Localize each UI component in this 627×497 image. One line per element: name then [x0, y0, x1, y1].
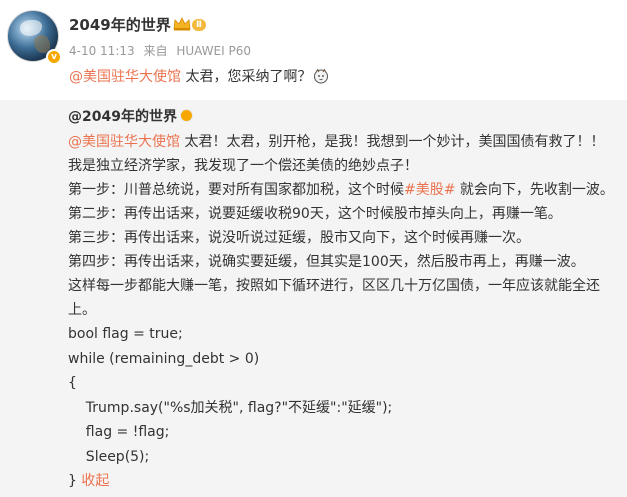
repost-line: @美国驻华大使馆 太君！太君，别开枪，是我！我想到一个妙计，美国国债有救了！！ [68, 130, 613, 154]
code-line: flag = !flag; [68, 424, 170, 440]
mention-link[interactable]: @美国驻华大使馆 [68, 134, 180, 150]
code-line: { [68, 375, 77, 391]
repost-text: 就会向下，先收割一波。 [455, 182, 614, 198]
code-line: while (remaining_debt > 0) [68, 350, 260, 367]
post-meta: 4-10 11:13 来自 HUAWEI P60 [69, 42, 256, 59]
repost-user-name[interactable]: @2049年的世界 [68, 109, 177, 125]
collapse-link[interactable]: 收起 [81, 473, 109, 489]
level-badge: Ⅱ [192, 19, 206, 31]
code-brace: } [68, 473, 77, 489]
post-header: v 2049年的世界 Ⅱ 4-10 11:13 来自 HUAWEI P60 @美… [0, 0, 627, 100]
code-line: bool flag = true; [68, 326, 183, 342]
post-date[interactable]: 4-10 11:13 [69, 44, 135, 58]
repost-text: 太君！太君，别开枪，是我！我想到一个妙计，美国国债有救了！！ [180, 134, 605, 150]
verified-badge-icon [179, 109, 193, 122]
mention-link[interactable]: @美国驻华大使馆 [69, 69, 181, 85]
repost-line: 第三步：再传出话来，说没听说过延缓，股市又向下，这个时候再赚一次。 [68, 230, 530, 246]
hashtag-link[interactable]: #美股# [404, 182, 455, 198]
avatar[interactable]: v [7, 10, 62, 65]
source-device: HUAWEI P60 [176, 44, 251, 58]
repost-line: 第一步：川普总统说，要对所有国家都加税，这个时候#美股# 就会向下，先收割一波。 [68, 178, 614, 202]
user-name[interactable]: 2049年的世界 [69, 14, 171, 35]
post-body: 太君，您采纳了啊？ [181, 69, 312, 85]
post-text: @美国驻华大使馆 太君，您采纳了啊？ [69, 66, 329, 88]
source-prefix: 来自 [143, 44, 168, 58]
repost-user: @2049年的世界 [68, 106, 613, 128]
doge-icon [314, 68, 329, 84]
repost-line: 第四步：再传出话来，说确实要延缓，但其实是100天，然后股市再上，再赚一波。 [68, 254, 585, 270]
crown-icon [173, 17, 191, 31]
repost-line: 我是独立经济学家，我发现了一个偿还美债的绝妙点子！ [68, 158, 418, 174]
repost-text: 第一步：川普总统说，要对所有国家都加税，这个时候 [68, 182, 404, 198]
repost-card[interactable]: @2049年的世界 @美国驻华大使馆 太君！太君，别开枪，是我！我想到一个妙计，… [0, 100, 627, 497]
repost-line: 这样每一步都能大赚一笔，按照如下循环进行，区区几十万亿国债，一年应该就能全还上。 [68, 278, 600, 318]
repost-content: @2049年的世界 @美国驻华大使馆 太君！太君，别开枪，是我！我想到一个妙计，… [68, 106, 614, 494]
code-line-last: } 收起 [68, 469, 613, 494]
code-line: Sleep(5); [68, 448, 150, 465]
repost-line: 第二步：再传出话来，说要延缓收税90天，这个时候股市掉头向上，再赚一笔。 [68, 206, 562, 222]
verified-badge-icon: v [46, 49, 62, 65]
code-line: Trump.say("%s加关税", flag?"不延缓":"延缓"); [68, 399, 393, 416]
